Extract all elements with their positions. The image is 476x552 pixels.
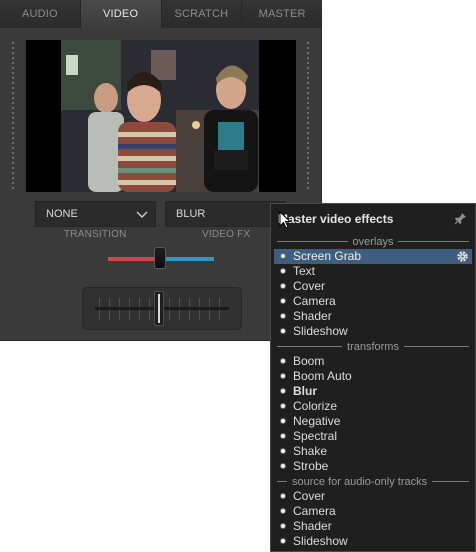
transition-caption: TRANSITION [64, 229, 127, 240]
menu-item-shader[interactable]: Shader [274, 309, 472, 324]
video-fx-select[interactable]: BLUR [165, 201, 286, 227]
menu-item-label: Blur [293, 384, 317, 398]
menu-item-negative[interactable]: Negative [274, 414, 472, 429]
menu-item-label: Camera [293, 504, 336, 518]
radio-icon [280, 433, 286, 439]
video-fx-caption: VIDEO FX [202, 229, 251, 240]
menu-item-label: Boom Auto [293, 369, 352, 383]
radio-icon [280, 508, 286, 514]
menu-item-label: Shader [293, 309, 332, 323]
menu-item-label: Strobe [293, 459, 329, 473]
menu-item-label: Boom [293, 354, 325, 368]
tab-bar: AUDIO VIDEO SCRATCH MASTER [0, 0, 322, 28]
radio-icon [280, 463, 286, 469]
video-preview-image [26, 40, 296, 192]
menu-item-label: Colorize [293, 399, 338, 413]
tab-video[interactable]: VIDEO [80, 0, 162, 28]
menu-item-source-camera[interactable]: Camera [274, 504, 472, 519]
menu-item-label: Slideshow [293, 324, 348, 338]
section-audio-only-source: source for audio-only tracks [277, 475, 469, 488]
menu-item-shake[interactable]: Shake [274, 444, 472, 459]
video-preview[interactable] [26, 40, 296, 192]
fader-control [82, 287, 242, 330]
right-level-dots [307, 42, 309, 192]
section-overlays-label: overlays [352, 235, 394, 248]
radio-icon [280, 298, 286, 304]
section-transforms-label: transforms [347, 340, 399, 353]
menu-item-label: Camera [293, 294, 336, 308]
radio-icon [280, 358, 286, 364]
menu-item-boom-auto[interactable]: Boom Auto [274, 369, 472, 384]
radio-icon [280, 523, 286, 529]
video-fx-select-value: BLUR [176, 208, 206, 220]
gear-icon[interactable] [456, 250, 469, 263]
menu-item-label: Spectral [293, 429, 338, 443]
menu-item-spectral[interactable]: Spectral [274, 429, 472, 444]
menu-item-blur[interactable]: Blur [274, 384, 472, 399]
radio-icon [280, 403, 286, 409]
mouse-cursor-icon [279, 211, 291, 229]
menu-item-boom[interactable]: Boom [274, 354, 472, 369]
radio-icon [280, 283, 286, 289]
menu-item-label: Cover [293, 489, 326, 503]
transition-select[interactable]: NONE [35, 201, 156, 227]
menu-item-text[interactable]: Text [274, 264, 472, 279]
menu-item-colorize[interactable]: Colorize [274, 399, 472, 414]
pin-icon[interactable] [454, 212, 467, 225]
crossfader-left-track [108, 257, 158, 261]
crossfader-knob[interactable] [154, 247, 166, 269]
menu-item-source-slideshow[interactable]: Slideshow [274, 534, 472, 549]
radio-icon [280, 373, 286, 379]
menu-item-label: Cover [293, 279, 326, 293]
section-transforms: transforms [277, 340, 469, 353]
menu-item-label: Shake [293, 444, 328, 458]
menu-item-label: Screen Grab [293, 249, 362, 263]
master-video-effects-menu: Master video effects overlays Screen Gra… [270, 203, 476, 552]
menu-title: Master video effects [278, 212, 394, 226]
radio-icon [280, 538, 286, 544]
radio-icon [280, 418, 286, 424]
left-level-dots [12, 42, 14, 192]
section-overlays: overlays [277, 235, 469, 248]
menu-item-screen-grab[interactable]: Screen Grab [274, 249, 472, 264]
menu-item-slideshow[interactable]: Slideshow [274, 324, 472, 339]
menu-item-source-cover[interactable]: Cover [274, 489, 472, 504]
crossfader-right-track [160, 257, 214, 261]
menu-item-cover[interactable]: Cover [274, 279, 472, 294]
radio-icon [280, 253, 286, 259]
radio-icon [280, 313, 286, 319]
chevron-down-icon [136, 211, 148, 218]
menu-item-label: Negative [293, 414, 341, 428]
tab-master[interactable]: MASTER [242, 0, 322, 28]
radio-icon [280, 388, 286, 394]
tab-audio[interactable]: AUDIO [0, 0, 81, 28]
radio-icon [280, 328, 286, 334]
menu-item-camera[interactable]: Camera [274, 294, 472, 309]
menu-item-label: Shader [293, 519, 332, 533]
tab-scratch[interactable]: SCRATCH [161, 0, 243, 28]
radio-icon [280, 268, 286, 274]
transition-select-value: NONE [46, 208, 78, 220]
fader-handle[interactable] [154, 291, 164, 326]
radio-icon [280, 448, 286, 454]
radio-icon [280, 493, 286, 499]
menu-item-label: Text [293, 264, 316, 278]
menu-item-strobe[interactable]: Strobe [274, 459, 472, 474]
menu-item-source-shader[interactable]: Shader [274, 519, 472, 534]
section-audio-only-label: source for audio-only tracks [292, 475, 428, 488]
menu-item-label: Slideshow [293, 534, 348, 548]
